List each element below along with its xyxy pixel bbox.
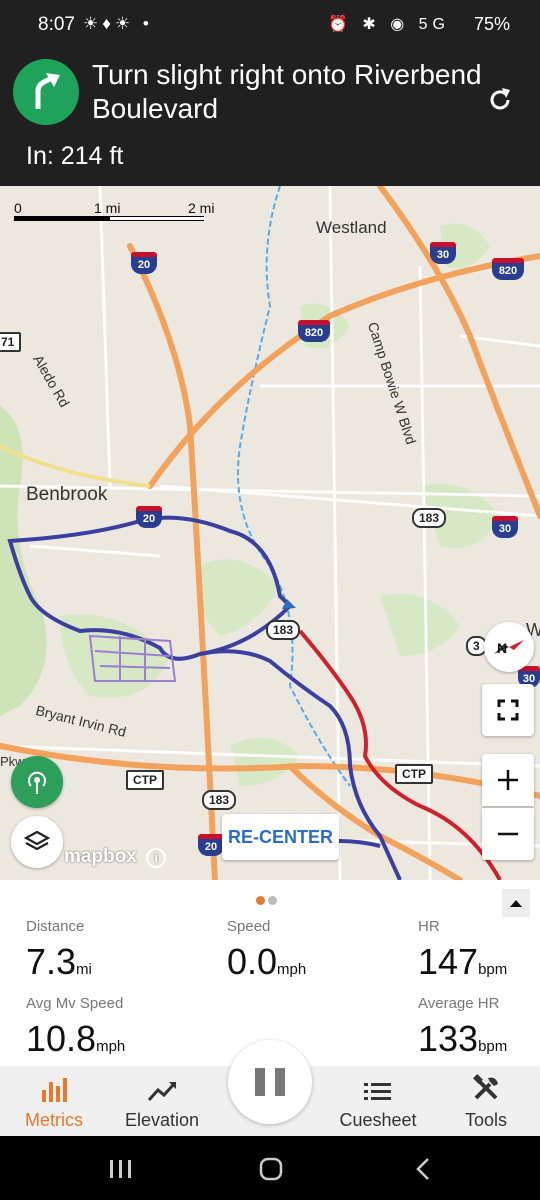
compass-icon[interactable]: N	[484, 622, 534, 672]
metric-value: 10.8	[26, 1018, 97, 1059]
collapse-panel-button[interactable]	[502, 889, 530, 917]
fullscreen-icon	[497, 699, 519, 721]
metric-avg-moving-speed: Avg Mv Speed 10.8mph	[26, 995, 125, 1060]
info-icon[interactable]: i	[146, 848, 167, 868]
metric-unit: mph	[96, 1038, 126, 1055]
metric-unit: mi	[76, 961, 92, 978]
list-icon	[364, 1083, 391, 1100]
notification-icons: ☀♦☀ •	[83, 14, 153, 33]
map-view[interactable]: 0 1 mi 2 mi Westland Benbrook Aledo Rd C…	[0, 186, 540, 880]
metric-label: HR	[418, 918, 440, 935]
map-layers-button[interactable]	[11, 816, 63, 868]
pause-icon	[275, 1068, 285, 1096]
metric-unit: bpm	[478, 1038, 508, 1055]
turn-instruction-banner: Turn slight right onto Riverbend Bouleva…	[0, 46, 540, 186]
tab-tools[interactable]: Tools	[446, 1066, 526, 1136]
tab-metrics[interactable]: Metrics	[10, 1066, 98, 1136]
map-base	[0, 186, 540, 880]
ctp-shield: CTP	[395, 764, 433, 784]
metric-value: 0.0	[227, 941, 278, 982]
pause-button[interactable]	[228, 1040, 312, 1124]
scale-zero: 0	[14, 200, 22, 216]
metric-unit: mph	[277, 961, 307, 978]
tab-cuesheet[interactable]: Cuesheet	[330, 1066, 426, 1136]
metric-value: 147	[418, 941, 479, 982]
metrics-panel: Distance 7.3mi Speed 0.0mph HR 147bpm Av…	[0, 880, 540, 1066]
zoom-out-button[interactable]	[482, 808, 534, 860]
page-dot-active	[256, 896, 265, 905]
interstate-30-shield: 30	[492, 516, 518, 538]
metric-value: 133	[418, 1018, 479, 1059]
interstate-820-shield: 820	[298, 320, 330, 342]
map-label-westland: Westland	[316, 218, 387, 237]
back-icon[interactable]	[412, 1156, 436, 1182]
plus-icon	[498, 770, 518, 790]
trend-line-icon	[147, 1082, 176, 1102]
instruction-text: Turn slight right onto Riverbend Bouleva…	[92, 59, 482, 124]
interstate-30-shield: 30	[430, 242, 456, 264]
live-tracking-button[interactable]	[11, 756, 63, 808]
tab-label: Cuesheet	[339, 1110, 417, 1130]
layers-icon	[24, 830, 50, 851]
page-indicator	[256, 892, 280, 910]
distance-to-turn: In: 214 ft	[26, 142, 124, 170]
metric-hr: HR 147bpm	[418, 918, 507, 983]
page-dot	[268, 896, 277, 905]
interstate-820-shield: 820	[492, 258, 524, 280]
tab-label: Metrics	[25, 1110, 83, 1130]
minus-icon	[498, 832, 518, 836]
caret-up-icon	[510, 900, 522, 907]
metric-label: Avg Mv Speed	[26, 995, 124, 1012]
svg-text:N: N	[497, 640, 507, 656]
ctp-shield: CTP	[126, 770, 164, 790]
tab-elevation[interactable]: Elevation	[116, 1066, 208, 1136]
metric-speed: Speed 0.0mph	[227, 918, 306, 983]
map-label-benbrook: Benbrook	[26, 484, 108, 505]
fullscreen-button[interactable]	[482, 684, 534, 736]
interstate-20-shield: 20	[136, 506, 162, 528]
turn-slight-right-icon	[13, 59, 79, 125]
recent-apps-icon[interactable]	[108, 1158, 134, 1180]
metric-average-hr: Average HR 133bpm	[418, 995, 507, 1060]
route-183-shield: 183	[202, 790, 237, 810]
tools-icon	[473, 1074, 498, 1100]
system-icons: ⏰ ✱ ◉ 5G	[328, 16, 450, 33]
metric-label: Distance	[26, 918, 85, 935]
metric-distance: Distance 7.3mi	[26, 918, 92, 983]
broadcast-icon	[28, 771, 46, 794]
metric-label: Speed	[227, 918, 271, 935]
mapbox-attribution[interactable]: mapbox i	[64, 846, 167, 868]
status-bar: 8:07 ☀♦☀ • ⏰ ✱ ◉ 5G 75%	[0, 0, 540, 46]
status-time: 8:07	[38, 14, 75, 35]
interstate-20-shield: 20	[198, 834, 224, 856]
mapbox-logo: mapbox	[64, 846, 137, 867]
home-icon[interactable]	[258, 1156, 284, 1182]
scale-bar	[14, 216, 205, 221]
metric-label: Average HR	[418, 995, 500, 1012]
tab-label: Elevation	[124, 1110, 200, 1130]
pause-icon	[255, 1068, 265, 1096]
scale-two-mile: 2 mi	[188, 200, 215, 216]
interstate-20-shield: 20	[131, 252, 157, 274]
metric-value: 7.3	[26, 941, 77, 982]
route-183-shield: 183	[266, 620, 301, 640]
refresh-icon[interactable]	[486, 86, 514, 114]
scale-one-mile: 1 mi	[94, 200, 121, 216]
zoom-in-button[interactable]	[482, 754, 534, 806]
route-183-shield: 183	[412, 508, 447, 528]
tab-label: Tools	[464, 1110, 508, 1130]
recenter-button[interactable]: RE-CENTER	[222, 814, 339, 860]
battery-level: 75%	[473, 14, 510, 34]
bar-chart-icon	[42, 1078, 67, 1102]
system-navigation-bar	[0, 1136, 540, 1200]
metric-unit: bpm	[478, 961, 508, 978]
route-71-shield: 71	[0, 332, 22, 352]
